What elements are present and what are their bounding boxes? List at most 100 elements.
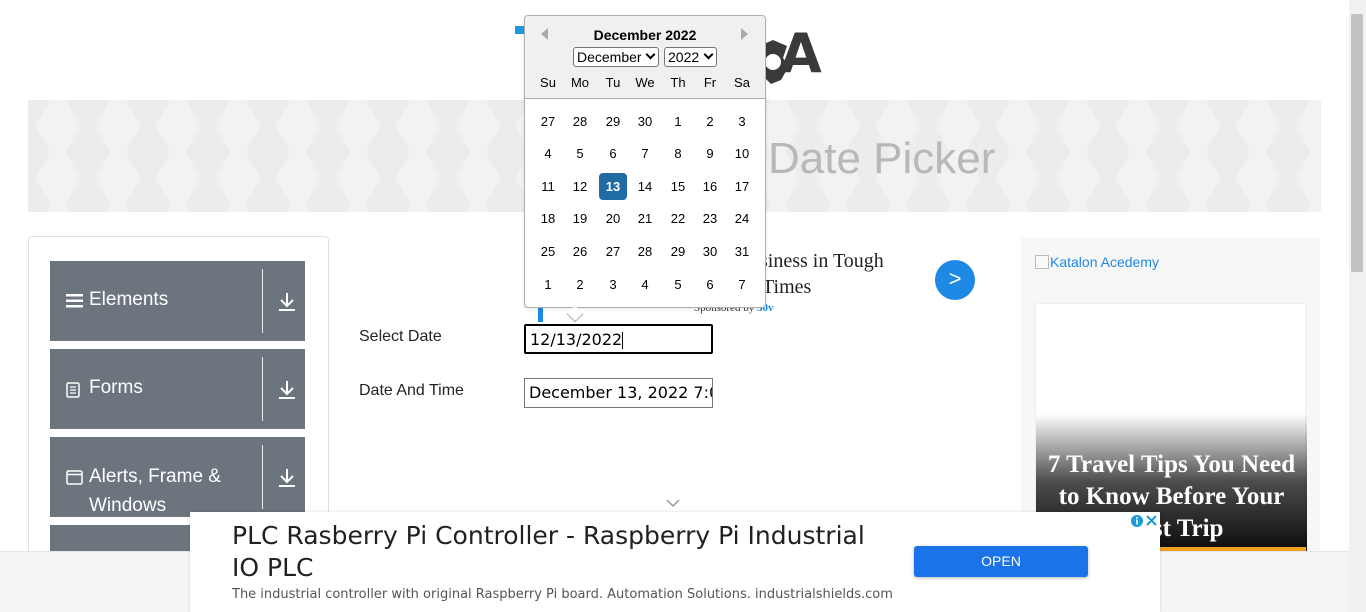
divider <box>262 357 263 421</box>
calendar-day[interactable]: 11 <box>534 173 562 200</box>
weekday-label: Sa <box>734 75 750 90</box>
weekday-label: Mo <box>570 75 590 90</box>
sidebar-group-label-line2: Windows <box>89 495 167 516</box>
calendar-header: December 2022 December 2022 Su Mo Tu We Th Fr… <box>525 16 765 99</box>
calendar-day[interactable]: 2 <box>566 271 594 298</box>
month-select[interactable]: December <box>573 47 659 67</box>
calendar-day[interactable]: 29 <box>664 238 692 265</box>
divider <box>262 269 263 333</box>
calendar-title: December 2022 <box>593 27 697 43</box>
year-select-value: 2022 <box>668 49 700 65</box>
calendar-day[interactable]: 17 <box>728 173 756 200</box>
year-select[interactable]: 2022 <box>664 47 717 67</box>
calendar-day[interactable]: 26 <box>566 238 594 265</box>
weekday-label: Th <box>670 75 686 90</box>
month-select-value: December <box>577 49 642 65</box>
sidebar-group-elements[interactable]: Elements <box>50 261 305 341</box>
weekday-label: Tu <box>605 75 621 90</box>
sidebar-group-label: Alerts, Frame & <box>89 466 221 487</box>
chevron-down-icon[interactable] <box>665 496 681 510</box>
date-time-input[interactable]: December 13, 2022 7:09 PM <box>524 378 713 408</box>
calendar-day[interactable]: 16 <box>696 173 724 200</box>
calendar-day[interactable]: 3 <box>599 271 627 298</box>
calendar-day[interactable]: 29 <box>599 108 627 135</box>
calendar-day[interactable]: 14 <box>631 173 659 200</box>
logo-letter: A <box>780 22 822 85</box>
scrollbar[interactable] <box>1349 0 1366 612</box>
calendar-day[interactable]: 28 <box>566 108 594 135</box>
calendar-day[interactable]: 9 <box>696 140 724 167</box>
katalon-link-text: Katalon Acedemy <box>1050 254 1159 270</box>
date-time-label: Date And Time <box>359 382 464 399</box>
weekday-label: We <box>635 75 655 90</box>
download-icon[interactable] <box>276 467 298 489</box>
bottom-ad-description: The industrial controller with original … <box>232 587 893 602</box>
calendar-day[interactable]: 7 <box>631 140 659 167</box>
document-icon <box>66 382 80 398</box>
calendar-day[interactable]: 23 <box>696 205 724 232</box>
calendar-day[interactable]: 18 <box>534 205 562 232</box>
date-time-value: December 13, 2022 7:09 PM <box>529 383 712 402</box>
calendar-day[interactable]: 4 <box>631 271 659 298</box>
calendar-day[interactable]: 12 <box>566 173 594 200</box>
scrollbar-thumb[interactable] <box>1351 14 1363 272</box>
select-date-input[interactable]: 12/13/2022 <box>524 324 713 354</box>
calendar-day[interactable]: 19 <box>566 205 594 232</box>
calendar-day-selected[interactable]: 13 <box>599 173 627 200</box>
sidebar-group-forms[interactable]: Forms <box>50 349 305 429</box>
chevron-down-icon <box>645 49 656 60</box>
calendar-day[interactable]: 21 <box>631 205 659 232</box>
calendar-day[interactable]: 1 <box>664 108 692 135</box>
mid-ad-headline[interactable]: siness in Tough Times <box>760 248 884 300</box>
calendar-day[interactable]: 20 <box>599 205 627 232</box>
calendar-day[interactable]: 24 <box>728 205 756 232</box>
page: A Date Picker Elements Forms Alerts, Fra… <box>0 0 1366 612</box>
weekday-label: Fr <box>703 75 717 90</box>
open-button[interactable]: OPEN <box>914 546 1088 577</box>
calendar-day[interactable]: 28 <box>631 238 659 265</box>
calendar-day[interactable]: 22 <box>664 205 692 232</box>
mid-ad-line2: Times <box>762 276 812 298</box>
calendar-day[interactable]: 27 <box>534 108 562 135</box>
calendar-day[interactable]: 2 <box>696 108 724 135</box>
calendar-day[interactable]: 25 <box>534 238 562 265</box>
mid-ad-line1: siness in Tough <box>760 250 884 272</box>
ad-arrow-button[interactable]: > <box>935 260 975 300</box>
window-icon <box>66 470 83 485</box>
calendar-day[interactable]: 27 <box>599 238 627 265</box>
sidebar-group-label: Forms <box>89 377 143 398</box>
sidebar-group-alerts[interactable]: Alerts, Frame & Windows <box>50 437 305 517</box>
calendar-day[interactable]: 5 <box>664 271 692 298</box>
bottom-ad[interactable]: PLC Rasberry Pi Controller - Raspberry P… <box>190 512 1160 612</box>
calendar-day[interactable]: 10 <box>728 140 756 167</box>
calendar-day[interactable]: 30 <box>631 108 659 135</box>
page-title: Date Picker <box>768 134 996 183</box>
calendar-day[interactable]: 1 <box>534 271 562 298</box>
divider <box>262 445 263 509</box>
calendar-day[interactable]: 30 <box>696 238 724 265</box>
next-month-icon[interactable] <box>741 28 748 40</box>
chevron-down-icon <box>703 49 714 60</box>
broken-image-icon <box>1035 255 1049 269</box>
download-icon[interactable] <box>276 291 298 313</box>
calendar-day[interactable]: 3 <box>728 108 756 135</box>
calendar-day[interactable]: 6 <box>599 140 627 167</box>
calendar-day[interactable]: 7 <box>728 271 756 298</box>
sidebar-group-label: Elements <box>89 289 169 310</box>
calendar-day[interactable]: 4 <box>534 140 562 167</box>
calendar-day[interactable]: 31 <box>728 238 756 265</box>
calendar-day[interactable]: 6 <box>696 271 724 298</box>
download-icon[interactable] <box>276 379 298 401</box>
select-date-value: 12/13/2022 <box>530 330 623 349</box>
right-ad[interactable]: Katalon Acedemy 7 Travel Tips You Need t… <box>1021 238 1320 564</box>
calendar-day[interactable]: 5 <box>566 140 594 167</box>
bottom-ad-headline[interactable]: PLC Rasberry Pi Controller - Raspberry P… <box>232 520 872 584</box>
calendar-day[interactable]: 15 <box>664 173 692 200</box>
katalon-link[interactable]: Katalon Acedemy <box>1035 254 1159 270</box>
weekday-label: Su <box>540 75 556 90</box>
adchoices-icon[interactable] <box>1129 513 1159 529</box>
calendar-pointer <box>566 305 584 323</box>
calendar-day[interactable]: 8 <box>664 140 692 167</box>
select-date-label: Select Date <box>359 328 442 345</box>
date-picker-popup: December 2022 December 2022 Su Mo Tu We Th Fr… <box>524 15 766 323</box>
